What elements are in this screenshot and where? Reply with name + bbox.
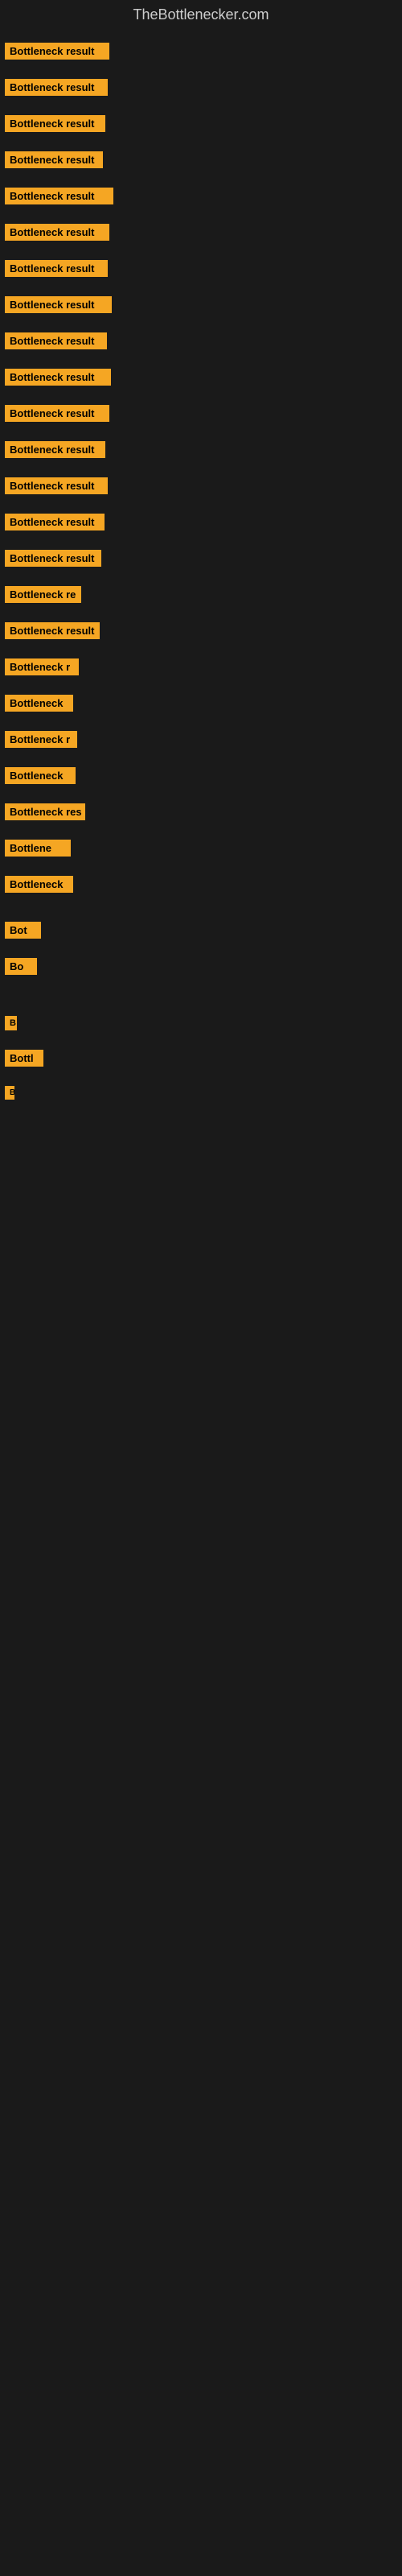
bottleneck-badge: Bottleneck (5, 876, 73, 893)
list-item: Bottleneck result (5, 621, 397, 641)
bottleneck-badge: Bottleneck result (5, 151, 103, 168)
list-item: Bo (5, 956, 397, 976)
bottleneck-badge: Bottleneck result (5, 550, 101, 567)
list-item: Bottl (5, 1048, 397, 1068)
list-item: Bottleneck result (5, 440, 397, 460)
list-item: Bottleneck result (5, 295, 397, 315)
bottleneck-badge: Bottleneck (5, 695, 73, 712)
bottleneck-badge: Bottleneck result (5, 224, 109, 241)
list-item: Bottleneck result (5, 186, 397, 206)
list-item: Bottleneck (5, 693, 397, 713)
list-item: Bottleneck (5, 874, 397, 894)
list-item: Bottleneck result (5, 114, 397, 134)
list-item: Bottleneck result (5, 476, 397, 496)
bottleneck-badge: Bottleneck result (5, 79, 108, 96)
bottleneck-badge: B (5, 1086, 14, 1100)
list-item: Bottleneck result (5, 548, 397, 568)
list-item: Bottleneck r (5, 729, 397, 749)
bottleneck-badge: Bottleneck result (5, 405, 109, 422)
content-area: Bottleneck result Bottleneck result Bott… (0, 27, 402, 1101)
bottleneck-badge: Bo (5, 958, 37, 975)
list-item: Bottleneck result (5, 150, 397, 170)
list-item: Bottleneck result (5, 222, 397, 242)
list-item: Bottlene (5, 838, 397, 858)
list-item: Bottleneck result (5, 41, 397, 61)
list-item: Bottleneck result (5, 258, 397, 279)
bottleneck-badge: Bottleneck result (5, 622, 100, 639)
bottleneck-badge: Bottlene (5, 840, 71, 857)
bottleneck-badge: Bottleneck result (5, 514, 105, 530)
list-item: Bottleneck result (5, 77, 397, 97)
list-item: Bot (5, 920, 397, 940)
bottleneck-badge: Bottleneck (5, 767, 76, 784)
bottleneck-badge: Bottleneck result (5, 477, 108, 494)
list-item: Bottleneck r (5, 657, 397, 677)
list-item: Bottleneck result (5, 367, 397, 387)
bottleneck-badge: B (5, 1016, 17, 1030)
bottleneck-badge: Bottleneck result (5, 369, 111, 386)
site-title: TheBottlenecker.com (0, 0, 402, 27)
list-item: Bottleneck result (5, 403, 397, 423)
list-item: Bottleneck re (5, 584, 397, 605)
bottleneck-badge: Bottleneck res (5, 803, 85, 820)
list-item: Bottleneck result (5, 331, 397, 351)
list-item: B (5, 1084, 397, 1101)
list-item: Bottleneck (5, 766, 397, 786)
bottleneck-badge: Bottleneck re (5, 586, 81, 603)
list-item: Bottleneck res (5, 802, 397, 822)
bottleneck-badge: Bottleneck r (5, 731, 77, 748)
bottleneck-badge: Bottleneck result (5, 441, 105, 458)
list-item: B (5, 1014, 397, 1032)
list-item: Bottleneck result (5, 512, 397, 532)
bottleneck-badge: Bottleneck result (5, 260, 108, 277)
bottleneck-badge: Bot (5, 922, 41, 939)
bottleneck-badge: Bottleneck result (5, 296, 112, 313)
bottleneck-badge: Bottleneck result (5, 188, 113, 204)
bottleneck-badge: Bottleneck result (5, 43, 109, 60)
bottleneck-badge: Bottl (5, 1050, 43, 1067)
bottleneck-badge: Bottleneck r (5, 658, 79, 675)
bottleneck-badge: Bottleneck result (5, 332, 107, 349)
bottleneck-badge: Bottleneck result (5, 115, 105, 132)
